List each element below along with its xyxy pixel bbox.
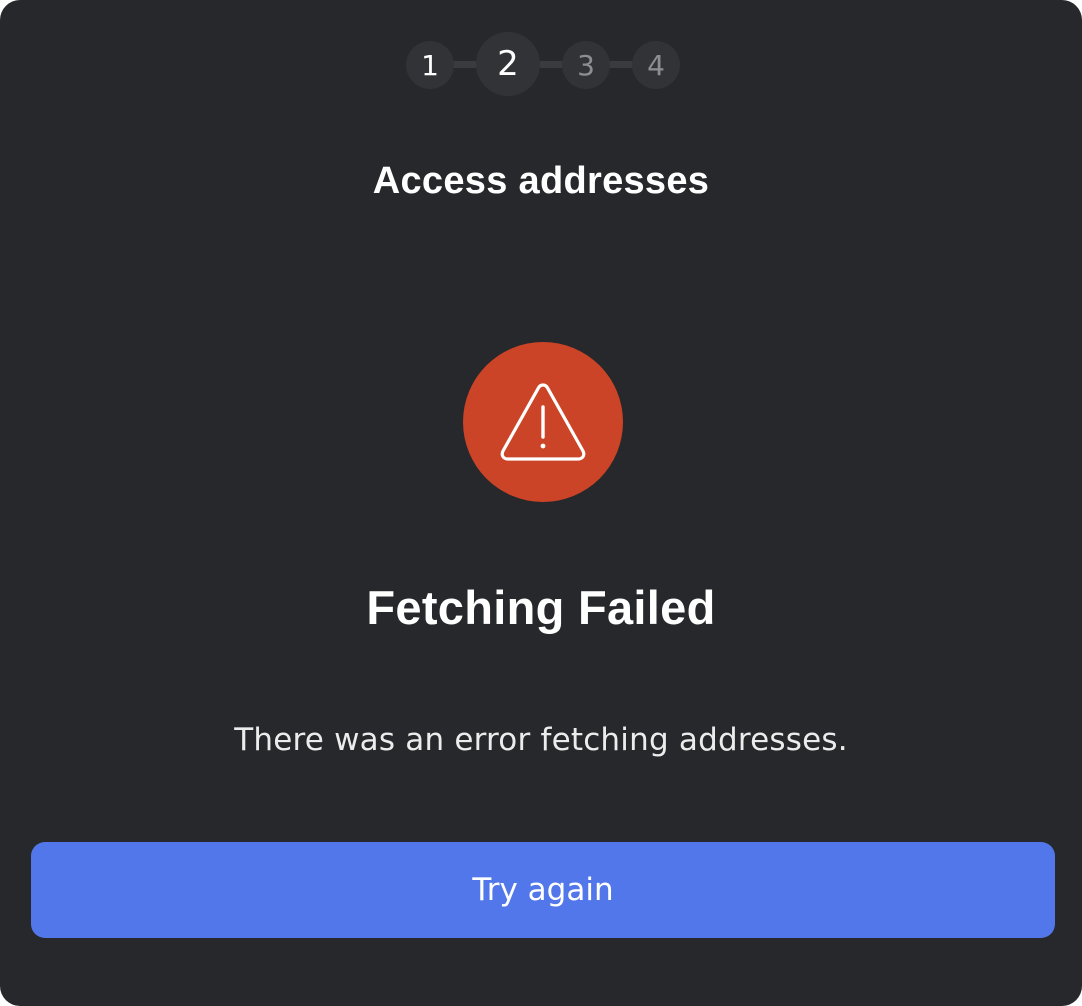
access-addresses-dialog: 1 2 3 4 Access addresses Fetching Failed…	[0, 0, 1082, 1006]
try-again-button[interactable]: Try again	[31, 842, 1055, 938]
page-title: Access addresses	[372, 160, 710, 202]
stepper: 1 2 3 4	[0, 32, 1082, 96]
step-4: 4	[632, 41, 680, 89]
error-status-circle	[463, 342, 623, 502]
warning-icon	[500, 383, 586, 461]
step-label: 2	[497, 44, 519, 84]
step-label: 1	[421, 48, 439, 82]
error-heading: Fetching Failed	[366, 581, 716, 634]
step-2: 2	[476, 32, 540, 96]
error-message: There was an error fetching addresses.	[234, 722, 848, 758]
step-3: 3	[562, 41, 610, 89]
step-label: 3	[577, 48, 595, 82]
try-again-label: Try again	[472, 872, 614, 908]
stepper-connector	[440, 61, 660, 68]
step-label: 4	[647, 48, 665, 82]
step-1: 1	[406, 41, 454, 89]
